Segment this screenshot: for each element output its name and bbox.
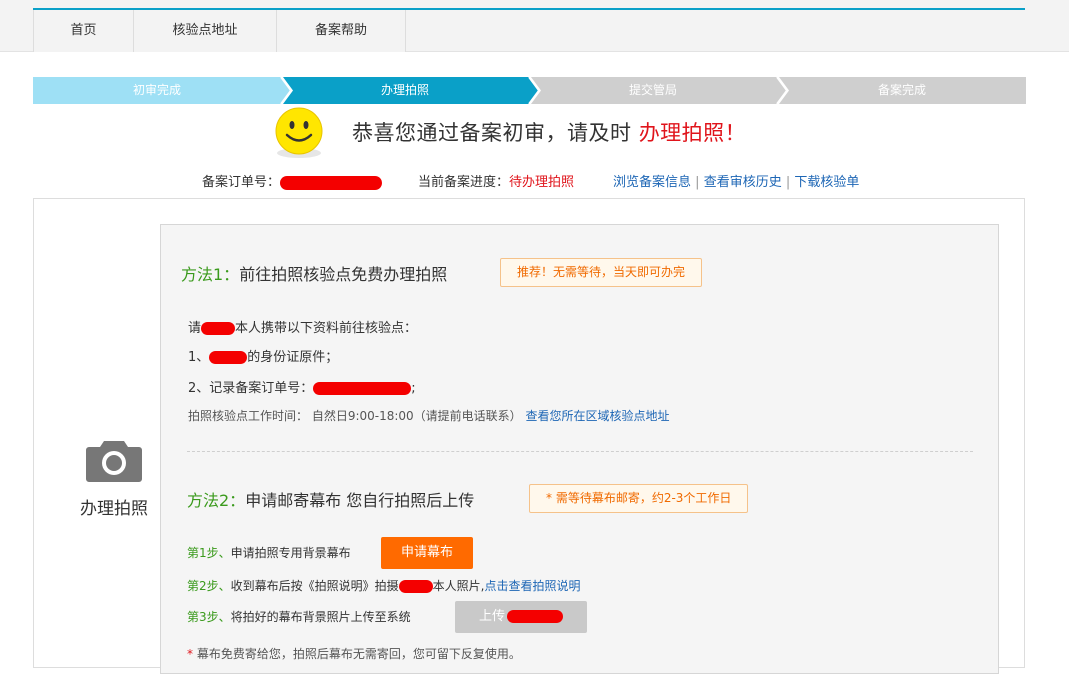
step-text: 将拍好的幕布背景照片上传至系统 bbox=[230, 610, 411, 624]
footnote-star: * bbox=[187, 647, 193, 661]
congrats-highlight: 办理拍照！ bbox=[638, 121, 747, 145]
photo-guide-link[interactable]: 点击查看拍照说明 bbox=[484, 579, 580, 593]
method-2-step-1: 第1步、申请拍照专用背景幕布 bbox=[187, 544, 351, 561]
review-history-link[interactable]: 查看审核历史 bbox=[704, 175, 782, 190]
filing-progress: 当前备案进度：待办理拍照 bbox=[418, 171, 574, 190]
method-1-badge: 推荐！无需等待，当天即可办完 bbox=[500, 258, 703, 287]
step-2-label: 办理拍照 bbox=[380, 83, 429, 97]
step-prefix: 第1步、 bbox=[187, 546, 231, 560]
step-text: 本人照片, bbox=[432, 579, 485, 593]
upload-photo-button[interactable]: 上传 bbox=[455, 601, 587, 633]
method-1-prefix: 方法1： bbox=[181, 265, 240, 284]
checkpoint-address-link[interactable]: 查看您所在区域核验点地址 bbox=[526, 409, 670, 423]
line-text: ; bbox=[411, 381, 416, 396]
nav-home[interactable]: 首页 bbox=[34, 10, 134, 52]
backdrop-footnote: * 幕布免费寄给您，拍照后幕布无需寄回，您可留下反复使用。 bbox=[187, 645, 521, 662]
method-1-line-2: 1、 的身份证原件； bbox=[188, 346, 338, 365]
redaction-mark bbox=[280, 175, 383, 190]
method-1-line-3: 2、记录备案订单号：; bbox=[188, 377, 416, 396]
link-separator: | bbox=[785, 175, 791, 190]
step-prefix: 第2步、 bbox=[187, 579, 231, 593]
download-checklist-link[interactable]: 下载核验单 bbox=[794, 175, 859, 190]
progress-label: 当前备案进度： bbox=[418, 175, 510, 190]
method-2-step-2: 第2步、收到幕布后按《拍照说明》拍摄 本人照片,点击查看拍照说明 bbox=[187, 577, 581, 594]
nav-filing-help[interactable]: 备案帮助 bbox=[277, 10, 406, 52]
line-text: 本人携带以下资料前往核验点： bbox=[235, 321, 418, 336]
line-text: 的身份证原件； bbox=[247, 350, 339, 365]
view-filing-info-link[interactable]: 浏览备案信息 bbox=[613, 175, 691, 190]
top-nav: 首页 核验点地址 备案帮助 bbox=[33, 10, 1025, 52]
upload-button-label: 上传 bbox=[478, 609, 505, 624]
smiley-icon bbox=[275, 107, 323, 158]
order-number-label: 备案订单号： bbox=[202, 175, 281, 190]
step-text: 收到幕布后按《拍照说明》拍摄 bbox=[230, 579, 399, 593]
method-2-prefix: 方法2： bbox=[187, 491, 246, 510]
nav-checkpoint-address[interactable]: 核验点地址 bbox=[134, 10, 277, 52]
checkpoint-hours: 拍照核验点工作时间： 自然日9:00-18:00（请提前电话联系） 查看您所在区… bbox=[188, 407, 670, 424]
step-text: 申请拍照专用背景幕布 bbox=[230, 546, 351, 560]
line-text: 1、 bbox=[188, 350, 210, 365]
progress-value: 待办理拍照 bbox=[509, 175, 575, 190]
progress-steps: 初审完成 办理拍照 提交管局 备案完成 bbox=[33, 77, 1026, 104]
method-1-line-1: 请 本人携带以下资料前往核验点： bbox=[188, 317, 417, 336]
photo-section: 办理拍照 方法1：前往拍照核验点免费办理拍照 推荐！无需等待，当天即可办完 请本… bbox=[33, 198, 1025, 674]
congrats-text: 恭喜您通过备案初审，请及时 bbox=[352, 121, 632, 145]
redaction-mark bbox=[313, 382, 412, 395]
method-2-title-text: 申请邮寄幕布 您自行拍照后上传 bbox=[245, 491, 475, 510]
step-1-label: 初审完成 bbox=[132, 83, 181, 97]
photo-side-panel: 办理拍照 bbox=[64, 439, 164, 519]
step-prefix: 第3步、 bbox=[187, 610, 231, 624]
hours-text: 拍照核验点工作时间： 自然日9:00-18:00（请提前电话联系） bbox=[188, 409, 522, 423]
apply-backdrop-button[interactable]: 申请幕布 bbox=[381, 537, 474, 569]
congrats-message: 恭喜您通过备案初审，请及时 办理拍照！ bbox=[352, 117, 746, 147]
redaction-mark bbox=[201, 322, 236, 335]
step-3-label: 提交管局 bbox=[628, 83, 677, 97]
method-2-badge: * 需等待幕布邮寄，约2-3个工作日 bbox=[529, 484, 749, 513]
method-1-title-text: 前往拍照核验点免费办理拍照 bbox=[239, 265, 448, 284]
method-2-title: 方法2：申请邮寄幕布 您自行拍照后上传 bbox=[187, 487, 474, 511]
info-links: 浏览备案信息 | 查看审核历史 | 下载核验单 bbox=[613, 171, 859, 190]
redaction-mark bbox=[209, 351, 248, 364]
redaction-mark bbox=[507, 610, 563, 623]
method-divider bbox=[187, 451, 973, 452]
step-4-label: 备案完成 bbox=[877, 83, 926, 97]
side-label: 办理拍照 bbox=[80, 499, 148, 519]
order-number: 备案订单号： bbox=[202, 171, 383, 190]
line-text: 请 bbox=[188, 321, 202, 336]
link-separator: | bbox=[695, 175, 700, 190]
footnote-text: 幕布免费寄给您，拍照后幕布无需寄回，您可留下反复使用。 bbox=[196, 647, 521, 661]
methods-panel: 方法1：前往拍照核验点免费办理拍照 推荐！无需等待，当天即可办完 请 本人携带以下… bbox=[160, 224, 999, 674]
method-1-title: 方法1：前往拍照核验点免费办理拍照 bbox=[181, 261, 447, 285]
top-bar: 首页 核验点地址 备案帮助 bbox=[0, 0, 1069, 52]
method-2-step-3: 第3步、将拍好的幕布背景照片上传至系统 bbox=[187, 608, 411, 625]
camera-icon bbox=[86, 441, 142, 482]
line-text: 2、记录备案订单号： bbox=[188, 381, 314, 396]
redaction-mark bbox=[398, 580, 433, 593]
